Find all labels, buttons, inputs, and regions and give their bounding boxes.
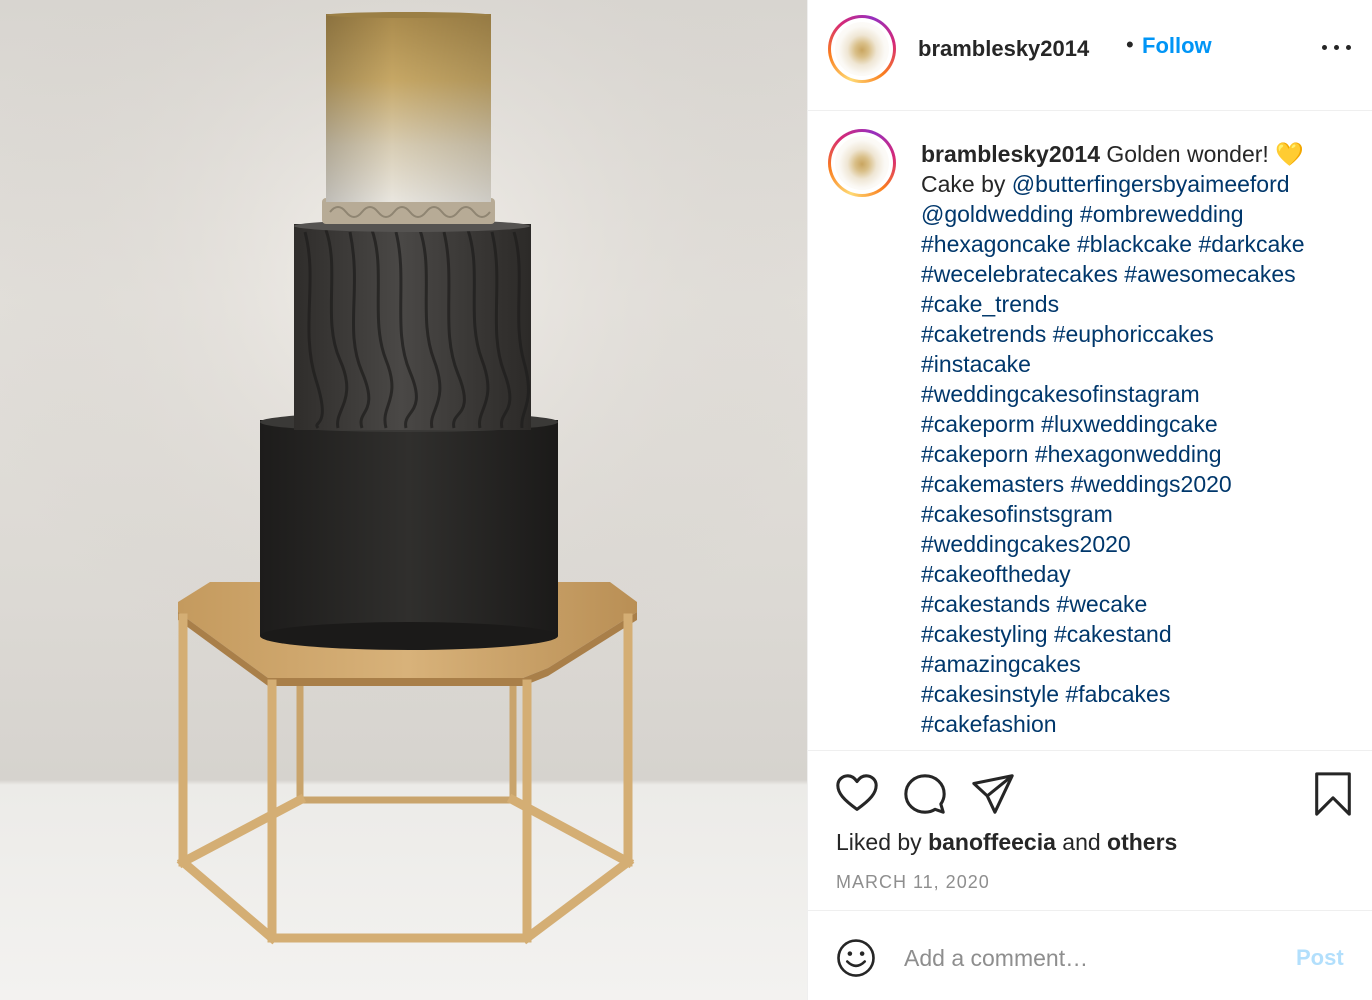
hashtag-link[interactable]: #cakeporm	[921, 411, 1035, 437]
more-options-icon[interactable]	[1321, 36, 1353, 56]
emoji-icon[interactable]	[835, 937, 877, 979]
hashtag-link[interactable]: #fabcakes	[1065, 681, 1170, 707]
caption-line: #hexagoncake #blackcake #darkcake	[921, 229, 1361, 259]
caption-line: #cakeporm #luxweddingcake	[921, 409, 1361, 439]
separator-dot: •	[1126, 32, 1134, 57]
post-actions: Liked by banoffeecia and others MARCH 11…	[808, 751, 1372, 911]
post-comment-button[interactable]: Post	[1296, 945, 1344, 971]
hashtag-link[interactable]: #cake_trends	[921, 291, 1059, 317]
hashtag-link[interactable]: #wecelebratecakes	[921, 261, 1118, 287]
avatar[interactable]	[828, 15, 896, 83]
post-caption: bramblesky2014 Golden wonder! 💛 Cake by @…	[808, 111, 1372, 751]
hashtag-link[interactable]: #cakeporn	[921, 441, 1028, 467]
hashtag-link[interactable]: #caketrends	[921, 321, 1046, 347]
bookmark-icon[interactable]	[1310, 771, 1356, 817]
mention-link[interactable]: @goldwedding	[921, 201, 1074, 227]
follow-button[interactable]: Follow	[1142, 33, 1212, 59]
cake-photo	[0, 0, 807, 945]
caption-avatar[interactable]	[828, 129, 896, 197]
hashtag-link[interactable]: #weddings2020	[1071, 471, 1232, 497]
caption-line: #amazingcakes	[921, 649, 1361, 679]
post-date[interactable]: MARCH 11, 2020	[836, 872, 990, 893]
hashtag-link[interactable]: #cakefashion	[921, 711, 1057, 737]
caption-line: #weddingcakes2020	[921, 529, 1361, 559]
hashtag-link[interactable]: #weddingcakes2020	[921, 531, 1131, 557]
caption-line: #instacake	[921, 349, 1361, 379]
comment-bar: Post	[808, 911, 1372, 1000]
comment-input[interactable]	[904, 939, 1274, 977]
caption-line: #cakesinstyle #fabcakes	[921, 679, 1361, 709]
cake-top-tier	[326, 12, 491, 202]
hashtag-link[interactable]: #cakeoftheday	[921, 561, 1071, 587]
hashtag-link[interactable]: #cakesofinstsgram	[921, 501, 1113, 527]
caption-text: bramblesky2014 Golden wonder! 💛 Cake by @…	[921, 139, 1361, 739]
hashtag-link[interactable]: #cakestyling	[921, 621, 1048, 647]
caption-line: #cakeoftheday	[921, 559, 1361, 589]
caption-line: @goldwedding #ombrewedding	[921, 199, 1361, 229]
caption-line: #cake_trends	[921, 289, 1361, 319]
heart-icon[interactable]	[834, 771, 880, 817]
likes-summary: Liked by banoffeecia and others	[836, 829, 1177, 856]
caption-author[interactable]: bramblesky2014	[921, 141, 1100, 167]
hashtag-link[interactable]: #cakestands	[921, 591, 1050, 617]
hashtag-link[interactable]: #weddingcakesofinstagram	[921, 381, 1200, 407]
mention-link[interactable]: @butterfingersbyaimeeford	[1012, 171, 1290, 197]
header-username[interactable]: bramblesky2014	[918, 36, 1089, 62]
post-header: bramblesky2014 • Follow	[808, 0, 1372, 111]
liked-by-others[interactable]: others	[1107, 829, 1177, 855]
hashtag-link[interactable]: #hexagoncake	[921, 231, 1071, 257]
caption-line: bramblesky2014 Golden wonder! 💛	[921, 139, 1361, 169]
liked-by-middle: and	[1055, 829, 1108, 855]
hashtag-link[interactable]: #cakemasters	[921, 471, 1064, 497]
hashtag-link[interactable]: #blackcake	[1077, 231, 1192, 257]
caption-line: #cakemasters #weddings2020	[921, 469, 1361, 499]
hashtag-link[interactable]: #luxweddingcake	[1041, 411, 1217, 437]
hashtag-link[interactable]: #ombrewedding	[1080, 201, 1244, 227]
liked-by-prefix: Liked by	[836, 829, 929, 855]
hashtag-link[interactable]: #darkcake	[1198, 231, 1304, 257]
caption-line: #caketrends #euphoriccakes	[921, 319, 1361, 349]
hashtag-link[interactable]: #instacake	[921, 351, 1031, 377]
caption-line: #cakestyling #cakestand	[921, 619, 1361, 649]
share-icon[interactable]	[970, 771, 1016, 817]
caption-line: Cake by @butterfingersbyaimeeford	[921, 169, 1361, 199]
caption-line: #cakestands #wecake	[921, 589, 1361, 619]
liked-by-user[interactable]: banoffeecia	[928, 829, 1056, 855]
hashtag-link[interactable]: #amazingcakes	[921, 651, 1081, 677]
hashtag-link[interactable]: #wecake	[1057, 591, 1148, 617]
caption-text-segment: Golden wonder! 💛	[1100, 141, 1304, 167]
caption-line: #cakefashion	[921, 709, 1361, 739]
caption-text-segment: Cake by	[921, 171, 1012, 197]
post-sidebar: bramblesky2014 • Follow bramblesky2014 G…	[807, 0, 1372, 1000]
cake-bottom-tier	[260, 412, 558, 650]
hashtag-link[interactable]: #cakesinstyle	[921, 681, 1059, 707]
caption-line: #weddingcakesofinstagram	[921, 379, 1361, 409]
hashtag-link[interactable]: #euphoriccakes	[1053, 321, 1214, 347]
hashtag-link[interactable]: #cakestand	[1054, 621, 1172, 647]
post-image[interactable]	[0, 0, 807, 1000]
cake-middle-tier	[294, 220, 531, 430]
caption-line: #cakesofinstsgram	[921, 499, 1361, 529]
caption-line: #wecelebratecakes #awesomecakes	[921, 259, 1361, 289]
hashtag-link[interactable]: #awesomecakes	[1124, 261, 1295, 287]
caption-line: #cakeporn #hexagonwedding	[921, 439, 1361, 469]
hashtag-link[interactable]: #hexagonwedding	[1035, 441, 1222, 467]
comment-icon[interactable]	[902, 771, 948, 817]
